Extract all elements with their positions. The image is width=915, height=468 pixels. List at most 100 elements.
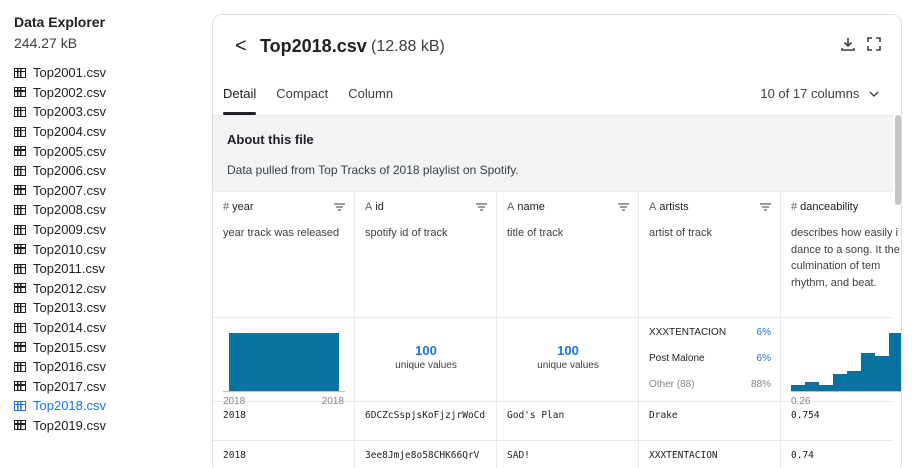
- expand-icon[interactable]: [865, 35, 883, 53]
- table-cell: XXXTENTACION: [649, 450, 718, 461]
- top-value-row: Post Malone 6%: [649, 353, 771, 364]
- table-icon: [14, 185, 26, 196]
- table-icon: [14, 204, 26, 215]
- file-item[interactable]: Top2002.csv: [14, 83, 204, 103]
- column-description: year track was released: [223, 227, 340, 239]
- table-cell: 2018: [223, 410, 246, 421]
- file-item[interactable]: Top2014.csv: [14, 318, 204, 338]
- file-item[interactable]: Top2018.csv: [14, 396, 204, 416]
- tab-detail[interactable]: Detail: [223, 85, 257, 115]
- table-icon: [14, 126, 26, 137]
- unique-count: 100: [557, 343, 579, 358]
- column-name: name: [517, 201, 545, 213]
- column-header-label: # danceability: [791, 201, 858, 213]
- file-preview-panel: < Top2018.csv (12.88 kB) Detail Compact …: [212, 14, 902, 468]
- column-header-label: Aid: [365, 201, 384, 213]
- file-name: Top2011.csv: [33, 261, 106, 277]
- tab-compact[interactable]: Compact: [276, 85, 328, 115]
- file-name: Top2016.csv: [33, 359, 106, 375]
- back-button[interactable]: <: [235, 35, 247, 57]
- column-name: Aname title of track 100 unique values God's…: [497, 191, 639, 468]
- file-name: Top2001.csv: [33, 65, 106, 81]
- column-id: Aid spotify id of track 100 unique values 6D…: [355, 191, 497, 468]
- file-item[interactable]: Top2010.csv: [14, 239, 204, 259]
- file-item[interactable]: Top2004.csv: [14, 122, 204, 142]
- file-name: Top2019.csv: [33, 417, 106, 433]
- column-header-label: # year: [223, 201, 254, 213]
- columns-selector[interactable]: 10 of 17 columns: [760, 86, 879, 101]
- table-icon: [14, 87, 26, 98]
- unique-values-summary: 100 unique values: [497, 343, 639, 371]
- file-item[interactable]: Top2006.csv: [14, 161, 204, 181]
- other-values-percent: 88%: [750, 379, 771, 390]
- file-name: Top2007.csv: [33, 182, 106, 198]
- column-header[interactable]: # danceability: [791, 201, 901, 213]
- file-item[interactable]: Top2017.csv: [14, 377, 204, 397]
- column-name: year: [232, 201, 254, 213]
- column-description: describes how easily i to dance to a son…: [791, 227, 902, 289]
- table-icon: [14, 381, 26, 392]
- sort-icon[interactable]: [334, 203, 345, 211]
- column-artists: Aartists artist of track XXXTENTACION 6% Pos…: [639, 191, 781, 468]
- table-icon: [14, 67, 26, 78]
- table-icon: [14, 302, 26, 313]
- column-header-label: Aname: [507, 201, 545, 213]
- table-cell: 3ee8Jmje8o58CHK66QrV: [365, 450, 480, 461]
- table-icon: [14, 263, 26, 274]
- file-size: (12.88 kB): [371, 38, 445, 55]
- file-item[interactable]: Top2015.csv: [14, 337, 204, 357]
- download-icon[interactable]: [839, 35, 857, 53]
- table-icon: [14, 361, 26, 372]
- file-item[interactable]: Top2013.csv: [14, 298, 204, 318]
- histogram-min-label: 2018: [223, 396, 246, 407]
- sort-icon[interactable]: [760, 203, 771, 211]
- file-item[interactable]: Top2008.csv: [14, 200, 204, 220]
- top-value-name: Post Malone: [649, 353, 705, 364]
- about-section: About this file Data pulled from Top Tra…: [213, 115, 893, 191]
- file-name: Top2004.csv: [33, 124, 106, 140]
- other-values-name: Other (88): [649, 379, 695, 390]
- file-name: Top2014.csv: [33, 320, 106, 336]
- file-item[interactable]: Top2016.csv: [14, 357, 204, 377]
- column-name: danceability: [800, 201, 859, 213]
- file-item[interactable]: Top2012.csv: [14, 279, 204, 299]
- file-name: Top2009.csv: [33, 222, 106, 238]
- column-header[interactable]: Aname: [507, 201, 629, 213]
- file-item[interactable]: Top2001.csv: [14, 63, 204, 83]
- histogram-min-label: 0.26: [791, 396, 811, 407]
- column-header-label: Aartists: [649, 201, 689, 213]
- table-icon: [14, 342, 26, 353]
- sort-icon[interactable]: [618, 203, 629, 211]
- file-item[interactable]: Top2019.csv: [14, 416, 204, 436]
- column-type-icon: #: [791, 201, 798, 213]
- tab-column[interactable]: Column: [348, 85, 393, 115]
- column-year: # year year track was released 2018 2018 2018…: [213, 191, 355, 468]
- top-value-row: XXXTENTACION 6%: [649, 327, 771, 338]
- histogram-bar: [875, 356, 889, 391]
- sort-icon[interactable]: [476, 203, 487, 211]
- file-item[interactable]: Top2007.csv: [14, 181, 204, 201]
- file-name: Top2015.csv: [33, 339, 106, 355]
- column-header[interactable]: Aartists: [649, 201, 771, 213]
- file-name: Top2006.csv: [33, 163, 106, 179]
- column-header[interactable]: # year: [223, 201, 345, 213]
- file-name: Top2010.csv: [33, 241, 106, 257]
- file-item[interactable]: Top2011.csv: [14, 259, 204, 279]
- file-item[interactable]: Top2003.csv: [14, 102, 204, 122]
- table-icon: [14, 400, 26, 411]
- histogram-max-label: 2018: [321, 396, 344, 407]
- column-type-icon: A: [507, 201, 515, 213]
- table-cell: Drake: [649, 410, 678, 421]
- file-title: Top2018.csv: [260, 36, 367, 56]
- table-cell: God's Plan: [507, 410, 565, 421]
- file-item[interactable]: Top2009.csv: [14, 220, 204, 240]
- file-list: Top2001.csv Top2002.csv Top2003.csv Top2004…: [14, 63, 204, 435]
- unique-count: 100: [415, 343, 437, 358]
- column-type-icon: A: [365, 201, 373, 213]
- column-header[interactable]: Aid: [365, 201, 487, 213]
- column-description: artist of track: [649, 227, 712, 239]
- columns-selector-label: 10 of 17 columns: [760, 86, 860, 101]
- table-cell: 0.754: [791, 410, 820, 421]
- file-item[interactable]: Top2005.csv: [14, 141, 204, 161]
- table-cell: 0.74: [791, 450, 814, 461]
